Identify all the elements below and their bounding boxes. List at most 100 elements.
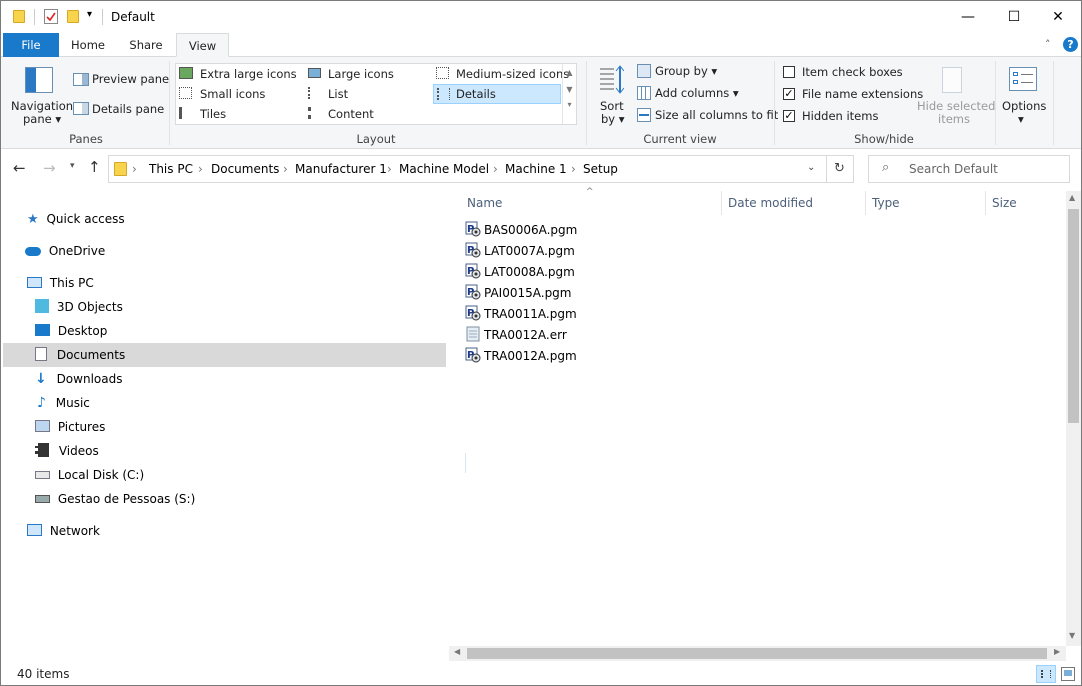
nav-onedrive[interactable]: OneDrive bbox=[25, 240, 105, 262]
scroll-down-icon[interactable]: ▼ bbox=[1069, 631, 1075, 640]
nav-3d-objects[interactable]: 3D Objects bbox=[35, 296, 123, 318]
scroll-up-icon[interactable]: ▲ bbox=[563, 68, 576, 77]
layout-content[interactable]: Content bbox=[328, 107, 374, 121]
file-row[interactable]: P LAT0007A.pgm bbox=[465, 241, 575, 261]
breadcrumb-documents[interactable]: Documents bbox=[211, 162, 279, 176]
hidden-items-checkbox[interactable]: ✓ bbox=[783, 110, 795, 122]
item-check-boxes-checkbox[interactable] bbox=[783, 66, 795, 78]
layout-small-icons[interactable]: Small icons bbox=[200, 87, 265, 101]
layout-extra-large-icons[interactable]: Extra large icons bbox=[200, 67, 297, 81]
nav-documents[interactable]: Documents bbox=[35, 344, 125, 366]
breadcrumb-separator[interactable]: › bbox=[283, 162, 288, 176]
file-row[interactable]: P TRA0012A.pgm bbox=[465, 346, 577, 366]
options-button[interactable]: Options bbox=[1002, 99, 1046, 113]
tab-file[interactable]: File bbox=[3, 33, 59, 57]
nav-network[interactable]: Network bbox=[27, 520, 100, 542]
file-row[interactable]: P LAT0008A.pgm bbox=[465, 262, 575, 282]
vertical-scroll-thumb[interactable] bbox=[1068, 209, 1079, 423]
scroll-right-icon[interactable]: ▶ bbox=[1054, 647, 1060, 656]
options-dropdown-icon[interactable]: ▾ bbox=[1018, 112, 1024, 126]
file-row[interactable]: P BAS0006A.pgm bbox=[465, 220, 577, 240]
scroll-left-icon[interactable]: ◀ bbox=[454, 647, 460, 656]
address-history-chevron-icon[interactable]: ⌄ bbox=[807, 162, 815, 173]
breadcrumb-separator[interactable]: › bbox=[387, 162, 392, 176]
nav-pictures[interactable]: Pictures bbox=[35, 416, 105, 438]
hide-selected-button[interactable]: Hide selected bbox=[917, 99, 995, 113]
preview-pane-button[interactable]: Preview pane bbox=[92, 72, 169, 86]
layout-list[interactable]: List bbox=[328, 87, 348, 101]
breadcrumb-machine-1[interactable]: Machine 1 bbox=[505, 162, 567, 176]
breadcrumb-separator[interactable]: › bbox=[493, 162, 498, 176]
address-bar[interactable]: › This PC › Documents › Manufacturer 1 ›… bbox=[108, 155, 854, 183]
sort-by-icon bbox=[598, 65, 625, 94]
navigation-pane-button[interactable]: Navigation bbox=[11, 99, 73, 113]
column-size[interactable]: Size bbox=[992, 196, 1017, 210]
customize-quick-access-icon[interactable]: ▾ bbox=[87, 9, 92, 20]
layout-gallery-scroller[interactable]: ▲ ▼ ▾ bbox=[562, 64, 576, 124]
column-divider[interactable] bbox=[721, 191, 722, 215]
column-date-modified[interactable]: Date modified bbox=[728, 196, 813, 210]
navigation-pane-dropdown[interactable]: pane ▾ bbox=[23, 112, 61, 126]
breadcrumb-manufacturer[interactable]: Manufacturer 1 bbox=[295, 162, 387, 176]
expand-gallery-icon[interactable]: ▾ bbox=[563, 100, 576, 109]
breadcrumb-this-pc[interactable]: This PC bbox=[149, 162, 193, 176]
add-columns-button[interactable]: Add columns ▾ bbox=[655, 86, 739, 100]
help-icon[interactable]: ? bbox=[1063, 37, 1078, 52]
breadcrumb-machine-model[interactable]: Machine Model bbox=[399, 162, 489, 176]
group-separator bbox=[774, 61, 775, 145]
column-divider[interactable] bbox=[865, 191, 866, 215]
scroll-down-icon[interactable]: ▼ bbox=[563, 85, 576, 94]
details-view-toggle[interactable] bbox=[1036, 665, 1056, 683]
sort-by-button[interactable]: Sort bbox=[600, 99, 624, 113]
tab-view[interactable]: View bbox=[176, 33, 229, 57]
nav-this-pc[interactable]: This PC bbox=[27, 272, 94, 294]
horizontal-scroll-thumb[interactable] bbox=[467, 648, 1047, 659]
new-folder-icon[interactable] bbox=[67, 10, 79, 23]
close-button[interactable]: ✕ bbox=[1035, 1, 1081, 33]
refresh-icon[interactable]: ↻ bbox=[834, 161, 845, 176]
maximize-button[interactable]: ☐ bbox=[991, 1, 1037, 33]
size-all-columns-button[interactable]: Size all columns to fit bbox=[655, 108, 778, 122]
nav-quick-access[interactable]: ★ Quick access bbox=[27, 208, 125, 230]
file-name-extensions-checkbox[interactable]: ✓ bbox=[783, 88, 795, 100]
nav-local-disk[interactable]: Local Disk (C:) bbox=[35, 464, 144, 486]
layout-details-selected[interactable]: Details bbox=[433, 84, 561, 104]
properties-icon[interactable] bbox=[44, 9, 58, 24]
forward-arrow-icon[interactable]: → bbox=[43, 159, 56, 177]
scroll-up-icon[interactable]: ▲ bbox=[1069, 193, 1075, 202]
layout-medium-sized-icons[interactable]: Medium-sized icons bbox=[456, 67, 569, 81]
back-arrow-icon[interactable]: ← bbox=[13, 159, 26, 177]
nav-music[interactable]: ♪ Music bbox=[37, 392, 90, 414]
breadcrumb-separator[interactable]: › bbox=[571, 162, 576, 176]
up-arrow-icon[interactable]: ↑ bbox=[88, 158, 101, 176]
layout-tiles[interactable]: Tiles bbox=[200, 107, 226, 121]
nav-videos[interactable]: Videos bbox=[35, 440, 99, 462]
nav-gestao-drive[interactable]: Gestao de Pessoas (S:) bbox=[35, 488, 195, 510]
column-type[interactable]: Type bbox=[872, 196, 900, 210]
large-icons-view-toggle[interactable] bbox=[1061, 667, 1075, 681]
minimize-ribbon-icon[interactable]: ˄ bbox=[1045, 38, 1051, 51]
group-by-button[interactable]: Group by ▾ bbox=[655, 64, 717, 78]
details-pane-button[interactable]: Details pane bbox=[92, 102, 164, 116]
recent-locations-icon[interactable]: ▾ bbox=[70, 161, 75, 171]
breadcrumb-separator[interactable]: › bbox=[198, 162, 203, 176]
horizontal-scrollbar[interactable]: ◀ ▶ bbox=[449, 646, 1066, 661]
nav-desktop[interactable]: Desktop bbox=[35, 320, 107, 342]
sort-by-dropdown[interactable]: by ▾ bbox=[601, 112, 625, 126]
search-input[interactable]: Search Default bbox=[909, 162, 998, 176]
minimize-button[interactable]: — bbox=[945, 1, 991, 33]
layout-large-icons[interactable]: Large icons bbox=[328, 67, 394, 81]
breadcrumb-separator[interactable]: › bbox=[132, 162, 137, 176]
vertical-scrollbar[interactable]: ▲ ▼ bbox=[1066, 191, 1081, 646]
column-name[interactable]: Name bbox=[467, 196, 502, 210]
file-row[interactable]: P PAI0015A.pgm bbox=[465, 283, 572, 303]
breadcrumb-setup[interactable]: Setup bbox=[583, 162, 618, 176]
nav-downloads[interactable]: ↓ Downloads bbox=[35, 368, 122, 390]
search-box[interactable]: ⌕ Search Default bbox=[868, 155, 1070, 183]
file-row[interactable]: P TRA0011A.pgm bbox=[465, 304, 577, 324]
tab-home[interactable]: Home bbox=[63, 33, 113, 57]
navigation-pane-icon[interactable] bbox=[25, 67, 53, 93]
file-row[interactable]: TRA0012A.err bbox=[465, 325, 567, 345]
tab-share[interactable]: Share bbox=[121, 33, 171, 57]
column-divider[interactable] bbox=[985, 191, 986, 215]
